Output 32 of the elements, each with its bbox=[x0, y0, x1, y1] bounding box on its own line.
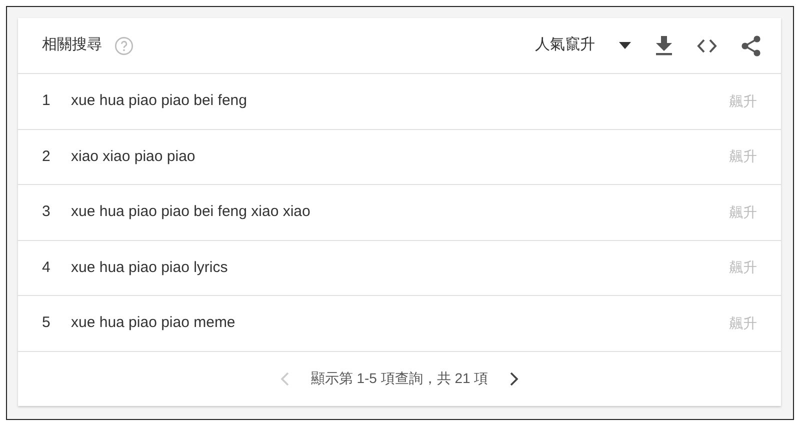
query-text: xiao xiao piao piao bbox=[71, 146, 196, 166]
chevron-right-icon bbox=[510, 372, 520, 386]
download-button[interactable] bbox=[655, 36, 673, 56]
card-title: 相關搜尋 bbox=[42, 35, 102, 56]
query-text: xue hua piao piao lyrics bbox=[71, 258, 228, 278]
trend-value: 飆升 bbox=[729, 92, 757, 111]
chevron-left-icon bbox=[280, 372, 289, 386]
trend-value: 飆升 bbox=[729, 258, 757, 278]
rank-number: 3 bbox=[42, 202, 52, 222]
share-icon bbox=[741, 34, 761, 56]
trend-value: 飆升 bbox=[729, 314, 757, 333]
query-text: xue hua piao piao bei feng bbox=[71, 91, 247, 111]
rank-number: 4 bbox=[42, 258, 52, 278]
rank-number: 1 bbox=[42, 91, 52, 111]
query-row[interactable]: 3 xue hua piao piao bei feng xiao xiao 飆升 bbox=[18, 185, 781, 240]
share-button[interactable] bbox=[741, 34, 761, 56]
query-text: xue hua piao piao bei feng xiao xiao bbox=[71, 202, 310, 222]
trend-value: 飆升 bbox=[729, 202, 757, 222]
query-text: xue hua piao piao meme bbox=[71, 313, 236, 333]
query-row[interactable]: 5 xue hua piao piao meme 飆升 bbox=[18, 296, 781, 352]
download-icon bbox=[655, 36, 673, 56]
rank-number: 2 bbox=[42, 146, 52, 166]
sort-dropdown[interactable]: 人氣竄升 bbox=[535, 34, 631, 57]
embed-button[interactable] bbox=[697, 38, 717, 52]
caret-icon bbox=[619, 42, 631, 49]
query-row[interactable]: 4 xue hua piao piao lyrics 飆升 bbox=[18, 240, 781, 296]
code-icon bbox=[697, 38, 717, 52]
query-row[interactable]: 1 xue hua piao piao bei feng 飆升 bbox=[18, 74, 781, 130]
query-row[interactable]: 2 xiao xiao piao piao 飆升 bbox=[18, 130, 781, 185]
trend-value: 飆升 bbox=[729, 147, 757, 166]
rank-number: 5 bbox=[42, 313, 52, 333]
pagination-text: 顯示第 1-5 項查詢，共 21 項 bbox=[310, 369, 488, 388]
